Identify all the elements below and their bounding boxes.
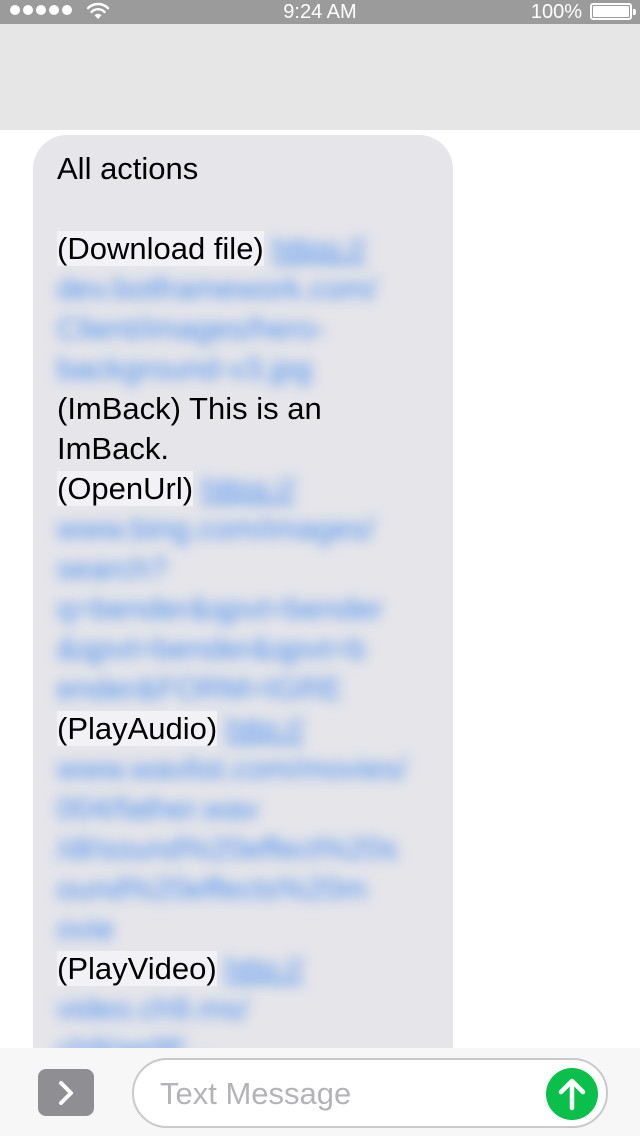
phone-screen: 9:24 AM 100% All actions (Download file)… (0, 0, 640, 1136)
download-file-link-line[interactable]: Client/images/hero- (57, 309, 429, 349)
action-label: (OpenUrl) (57, 471, 194, 506)
download-file-link[interactable]: https:// (272, 231, 365, 266)
play-audio-link-line[interactable]: ovie (57, 909, 429, 949)
open-url-link-line[interactable]: search? (57, 549, 429, 589)
message-input-field[interactable] (132, 1058, 608, 1128)
message-list[interactable]: All actions (Download file) https:// dev… (0, 130, 640, 1048)
input-toolbar (0, 1048, 640, 1136)
play-video-link-line[interactable]: ch9/ae9f/... (57, 1029, 429, 1048)
send-button[interactable] (546, 1068, 598, 1120)
play-audio-link-line[interactable]: www.wavlist.com/movies/ (57, 749, 429, 789)
action-label: (Download file) (57, 231, 264, 266)
download-file-link-line[interactable]: background-v3.jpg (57, 349, 429, 389)
open-url-link-line[interactable]: &qpvt=bender&qpvt=b (57, 629, 429, 669)
message-input[interactable] (158, 1070, 532, 1118)
action-play-audio: (PlayAudio) http:// (57, 709, 429, 749)
action-label: (PlayAudio) (57, 711, 218, 746)
action-imback-cont: ImBack. (57, 431, 169, 466)
download-file-link-line[interactable]: dev.botframework.com/ (57, 269, 429, 309)
open-url-link-line[interactable]: ender&FORM=IGRE (57, 669, 429, 709)
play-video-link[interactable]: http:// (225, 951, 303, 986)
chevron-right-icon (59, 1080, 73, 1105)
action-open-url: (OpenUrl) https:// (57, 469, 429, 509)
open-url-link-line[interactable]: www.bing.com/images/ (57, 509, 429, 549)
action-imback: (ImBack) This is an (57, 391, 322, 426)
message-bubble: All actions (Download file) https:// dev… (33, 135, 453, 1048)
battery-percent: 100% (530, 1, 582, 23)
action-label: (PlayVideo) (57, 951, 217, 986)
play-audio-link[interactable]: http:// (226, 711, 304, 746)
play-audio-link-line[interactable]: ound%20effects%20m (57, 869, 429, 909)
navigation-bar (0, 24, 640, 131)
status-bar: 9:24 AM 100% (0, 0, 640, 24)
arrow-up-icon (558, 1078, 586, 1111)
message-title: All actions (57, 151, 199, 186)
open-url-link[interactable]: https:// (202, 471, 295, 506)
expand-button[interactable] (38, 1069, 94, 1116)
battery-icon (590, 3, 636, 20)
open-url-link-line[interactable]: q=bender&qpvt=bender (57, 589, 429, 629)
action-play-video: (PlayVideo) http:// (57, 949, 429, 989)
play-audio-link-line[interactable]: /dl/sound%20effect%20s (57, 829, 429, 869)
action-download-file: (Download file) https:// (57, 229, 429, 269)
battery-fill (593, 6, 629, 17)
play-video-link-line[interactable]: video.ch9.ms/ (57, 989, 429, 1029)
play-audio-link-line[interactable]: 004/father.wav (57, 789, 429, 829)
